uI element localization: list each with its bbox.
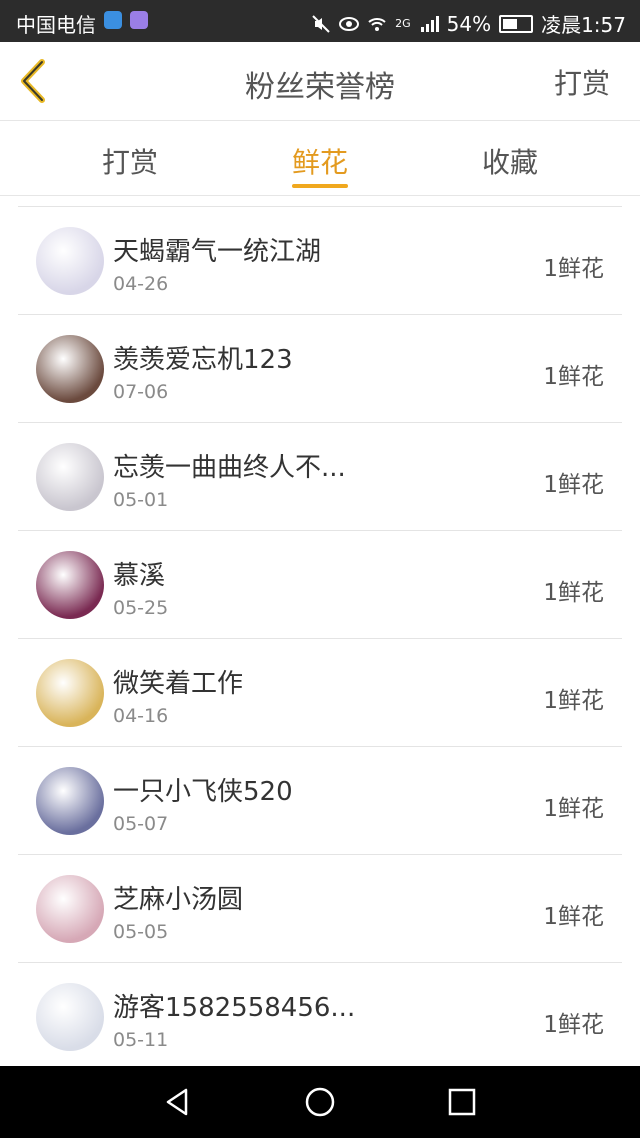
mute-icon — [312, 14, 330, 33]
list-item[interactable]: 游客1582558456... 05-11 1鲜花 — [0, 963, 640, 1066]
user-name: 羡羡爱忘机123 — [113, 345, 293, 375]
avatar — [36, 443, 104, 511]
gift-count: 1鲜花 — [543, 256, 604, 282]
tab-flowers[interactable]: 鲜花 — [240, 141, 400, 181]
date-label: 05-11 — [113, 1029, 169, 1051]
gift-count: 1鲜花 — [543, 688, 604, 714]
user-name: 天蝎霸气一统江湖 — [113, 237, 322, 267]
user-name: 游客1582558456... — [113, 993, 356, 1023]
avatar — [36, 335, 104, 403]
gift-count: 1鲜花 — [543, 1012, 604, 1038]
gift-count: 1鲜花 — [543, 472, 604, 498]
reward-header-button[interactable]: 打赏 — [554, 62, 610, 102]
nav-home-icon[interactable] — [304, 1086, 336, 1118]
date-label: 04-16 — [113, 705, 169, 727]
avatar — [36, 767, 104, 835]
date-label: 04-26 — [113, 273, 169, 295]
qq-app-icon — [130, 11, 148, 29]
tab-favorites[interactable]: 收藏 — [430, 141, 590, 181]
date-label: 07-06 — [113, 381, 169, 403]
user-name: 芝麻小汤圆 — [113, 885, 244, 915]
gift-count: 1鲜花 — [543, 364, 604, 390]
list-item[interactable]: 芝麻小汤圆 05-05 1鲜花 — [0, 855, 640, 963]
date-label: 05-07 — [113, 813, 169, 835]
system-nav-bar — [0, 1066, 640, 1138]
status-right-group: 2G 54% 凌晨1:57 — [311, 9, 626, 38]
list-item[interactable]: 微笑着工作 04-16 1鲜花 — [0, 639, 640, 747]
avatar — [36, 659, 104, 727]
date-label: 05-01 — [113, 489, 169, 511]
list-item[interactable]: 天蝎霸气一统江湖 04-26 1鲜花 — [0, 207, 640, 315]
list-item[interactable]: 慕溪 05-25 1鲜花 — [0, 531, 640, 639]
user-name: 微笑着工作 — [113, 669, 244, 699]
gift-count: 1鲜花 — [543, 796, 604, 822]
active-tab-indicator — [292, 184, 348, 188]
battery-percent: 54% — [446, 11, 492, 36]
user-name: 忘羡一曲曲终人不... — [113, 453, 346, 483]
eye-icon — [339, 16, 360, 31]
nav-back-icon[interactable] — [162, 1086, 194, 1118]
user-name: 一只小飞侠520 — [113, 777, 293, 807]
avatar — [36, 551, 104, 619]
signal-icon — [420, 15, 439, 32]
page-title: 粉丝荣誉榜 — [245, 70, 395, 105]
user-name: 慕溪 — [113, 561, 166, 591]
avatar — [36, 983, 104, 1051]
shield-app-icon — [104, 11, 122, 29]
nav-recent-icon[interactable] — [446, 1086, 478, 1118]
list-item[interactable]: 一只小飞侠520 05-07 1鲜花 — [0, 747, 640, 855]
date-label: 05-25 — [113, 597, 169, 619]
fan-list[interactable]: 天蝎霸气一统江湖 04-26 1鲜花 羡羡爱忘机123 07-06 1鲜花 忘羡… — [0, 196, 640, 1066]
network-type-label: 2G — [395, 17, 411, 30]
avatar — [36, 875, 104, 943]
list-item[interactable]: 羡羡爱忘机123 07-06 1鲜花 — [0, 315, 640, 423]
top-header: 粉丝荣誉榜 打赏 — [0, 42, 640, 121]
gift-count: 1鲜花 — [543, 904, 604, 930]
gift-count: 1鲜花 — [543, 580, 604, 606]
battery-icon — [499, 14, 534, 33]
list-item[interactable]: 忘羡一曲曲终人不... 05-01 1鲜花 — [0, 423, 640, 531]
clock: 凌晨1:57 — [541, 13, 626, 37]
avatar — [36, 227, 104, 295]
app-screen: 中国电信 2G 54% 凌晨1:57 粉丝荣誉榜 打赏 打赏 鲜花 收藏 天蝎霸… — [0, 0, 640, 1138]
wifi-icon — [368, 17, 386, 31]
tab-reward[interactable]: 打赏 — [50, 141, 210, 181]
status-bar: 中国电信 2G 54% 凌晨1:57 — [0, 0, 640, 42]
carrier-label: 中国电信 — [16, 13, 96, 37]
date-label: 05-05 — [113, 921, 169, 943]
